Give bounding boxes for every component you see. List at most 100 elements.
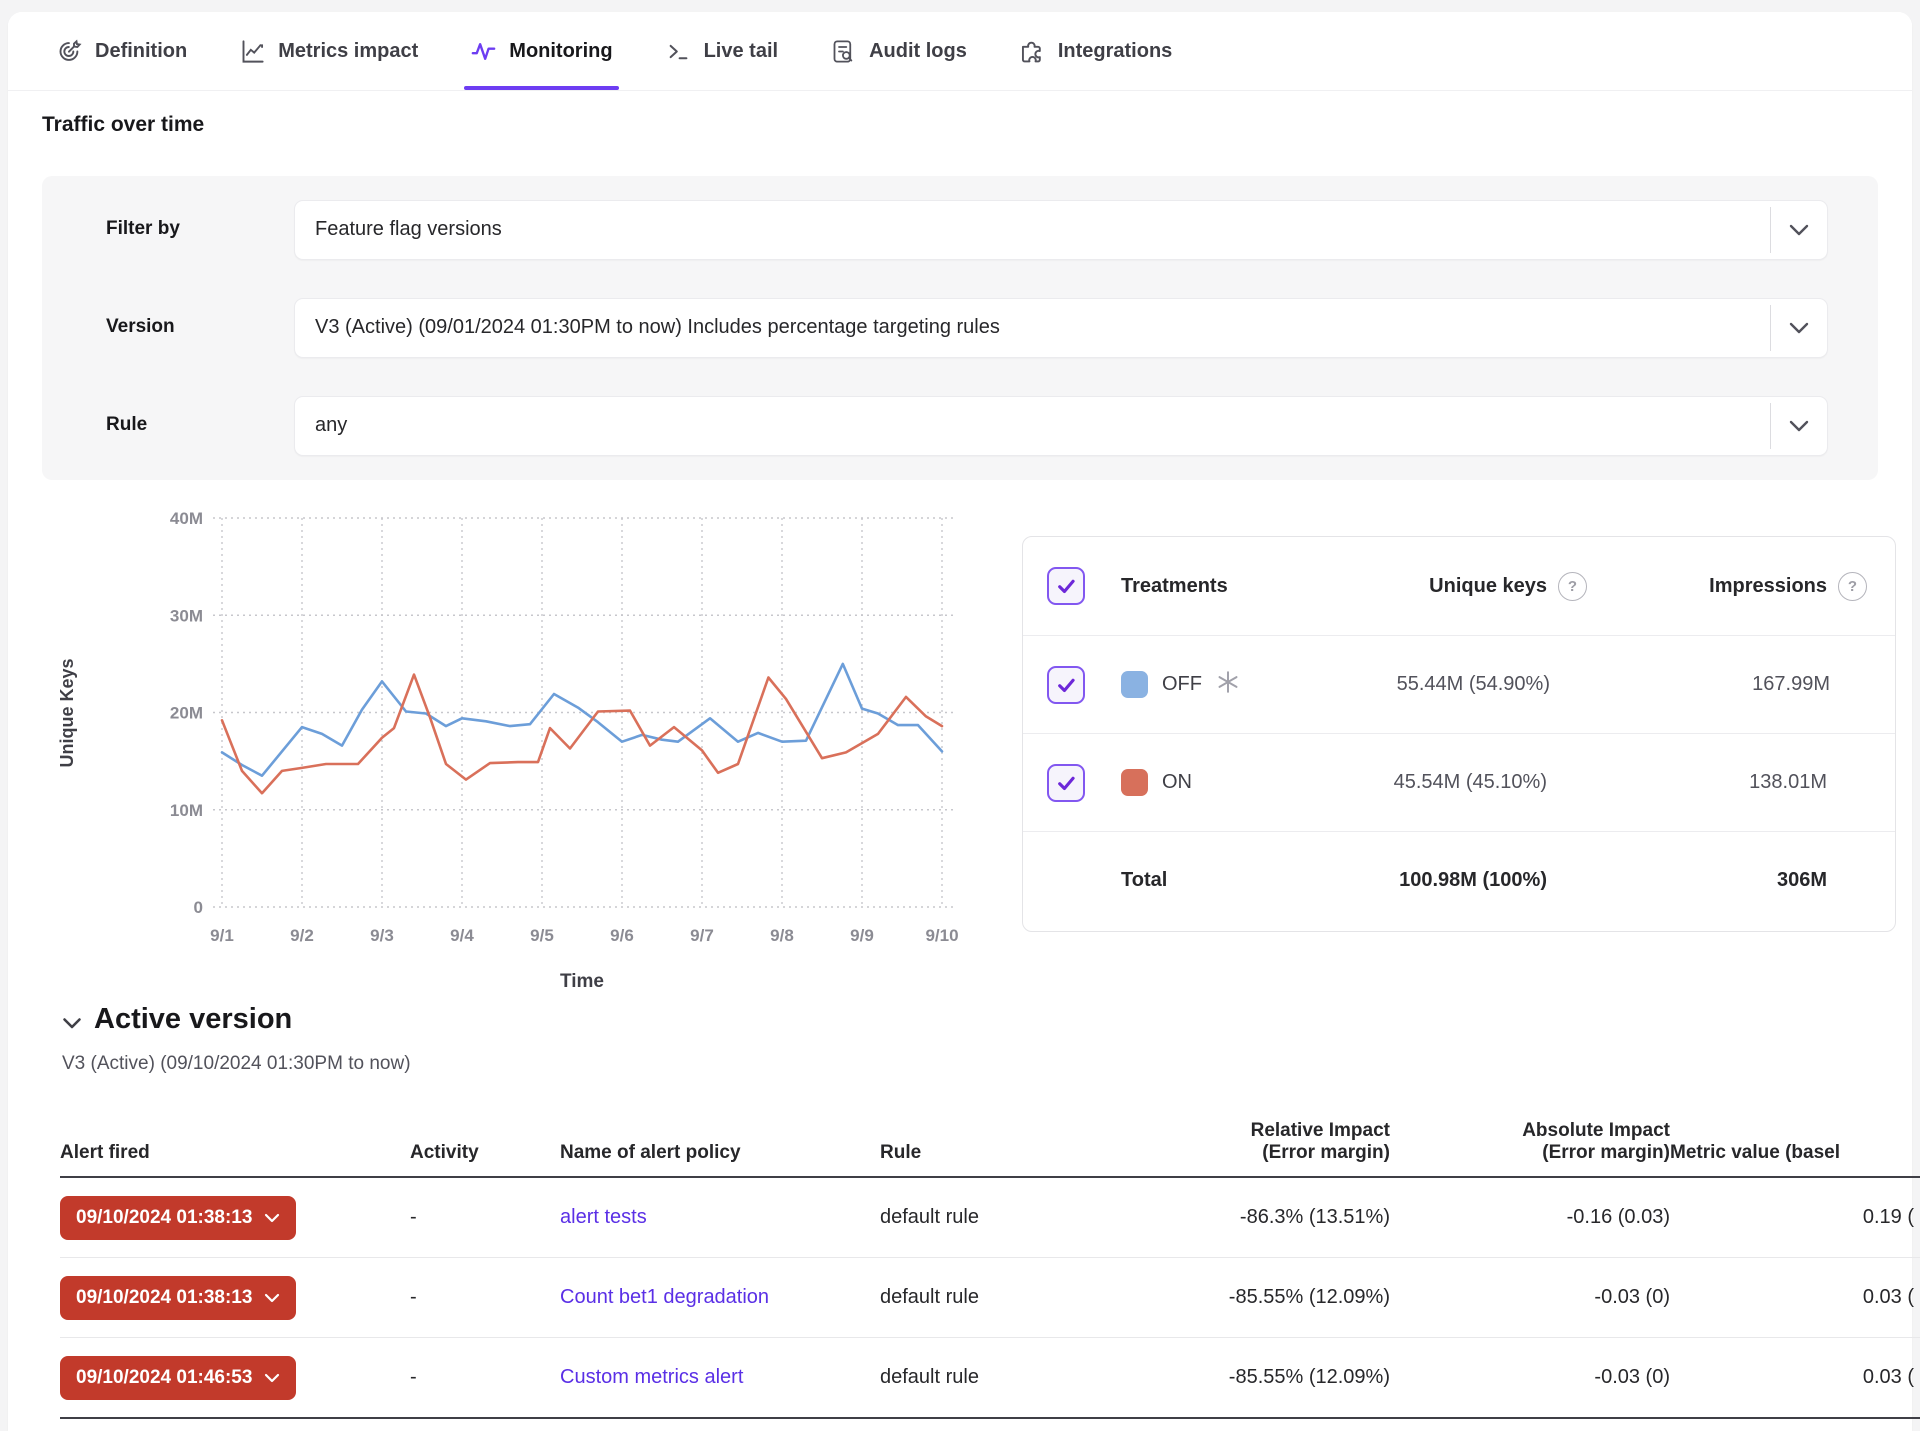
treatments-total-row: Total 100.98M (100%) 306M bbox=[1023, 831, 1895, 929]
svg-text:9/1: 9/1 bbox=[210, 926, 234, 945]
filter-by-label: Filter by bbox=[106, 200, 180, 258]
alert-fired-badge[interactable]: 09/10/2024 01:46:53 bbox=[60, 1356, 296, 1400]
tab-live-tail[interactable]: Live tail bbox=[665, 12, 778, 90]
col-policy: Name of alert policy bbox=[560, 1142, 880, 1164]
col-relative-impact: Relative Impact (Error margin) bbox=[1090, 1120, 1390, 1164]
version-select[interactable]: V3 (Active) (09/01/2024 01:30PM to now) … bbox=[294, 298, 1828, 358]
filter-by-select[interactable]: Feature flag versions bbox=[294, 200, 1828, 260]
alerts-table: Alert fired Activity Name of alert polic… bbox=[60, 1100, 1920, 1419]
alert-metric-value: 0.03 ( bbox=[1670, 1366, 1920, 1389]
collapse-chevron-icon[interactable] bbox=[62, 1017, 82, 1030]
alert-absolute-impact: -0.16 (0.03) bbox=[1390, 1206, 1670, 1229]
pulse-icon bbox=[470, 38, 497, 65]
chevron-down-icon[interactable] bbox=[1788, 223, 1810, 237]
traffic-chart: 010M20M30M40M9/19/29/39/49/59/69/79/89/9… bbox=[55, 505, 965, 1005]
target-icon bbox=[56, 38, 83, 65]
alert-policy-link[interactable]: Count bet1 degradation bbox=[560, 1286, 769, 1308]
col-rule: Rule bbox=[880, 1142, 1090, 1164]
chevron-down-icon[interactable] bbox=[1788, 321, 1810, 335]
svg-text:10M: 10M bbox=[170, 801, 203, 820]
alert-policy-link[interactable]: Custom metrics alert bbox=[560, 1366, 743, 1388]
impressions-help-icon[interactable]: ? bbox=[1838, 572, 1867, 601]
version-value: V3 (Active) (09/01/2024 01:30PM to now) … bbox=[315, 299, 1747, 355]
alert-relative-impact: -85.55% (12.09%) bbox=[1090, 1286, 1390, 1309]
on-impressions: 138.01M bbox=[1587, 771, 1827, 794]
tab-metrics-impact[interactable]: Metrics impact bbox=[239, 12, 418, 90]
tab-integrations-label: Integrations bbox=[1058, 40, 1172, 63]
tab-definition-label: Definition bbox=[95, 40, 187, 63]
off-label: OFF bbox=[1162, 673, 1202, 696]
tab-definition[interactable]: Definition bbox=[56, 12, 187, 90]
svg-text:Unique Keys: Unique Keys bbox=[57, 658, 77, 767]
off-checkbox[interactable] bbox=[1047, 666, 1085, 704]
audit-log-icon bbox=[830, 38, 857, 65]
rule-label: Rule bbox=[106, 396, 147, 454]
on-unique-keys: 45.54M (45.10%) bbox=[1237, 771, 1547, 794]
impressions-header: Impressions bbox=[1587, 575, 1827, 598]
off-impressions: 167.99M bbox=[1590, 673, 1830, 696]
col-alert-fired: Alert fired bbox=[60, 1142, 410, 1164]
chevron-down-icon bbox=[264, 1213, 280, 1223]
svg-text:9/2: 9/2 bbox=[290, 926, 314, 945]
svg-text:40M: 40M bbox=[170, 509, 203, 528]
alert-activity: - bbox=[410, 1366, 560, 1389]
chevron-down-icon bbox=[264, 1373, 280, 1383]
total-label: Total bbox=[1121, 869, 1167, 892]
off-color-swatch bbox=[1121, 671, 1148, 698]
alert-absolute-impact: -0.03 (0) bbox=[1390, 1286, 1670, 1309]
alert-relative-impact: -85.55% (12.09%) bbox=[1090, 1366, 1390, 1389]
alert-row-3: 09/10/2024 01:46:53 - Custom metrics ale… bbox=[60, 1338, 1920, 1419]
treatments-select-all-checkbox[interactable] bbox=[1047, 567, 1085, 605]
alert-row-2: 09/10/2024 01:38:13 - Count bet1 degrada… bbox=[60, 1258, 1920, 1338]
tab-monitoring[interactable]: Monitoring bbox=[470, 12, 612, 90]
off-unique-keys: 55.44M (54.90%) bbox=[1240, 673, 1550, 696]
svg-text:0: 0 bbox=[194, 898, 203, 917]
tab-live-tail-label: Live tail bbox=[704, 40, 778, 63]
on-color-swatch bbox=[1121, 769, 1148, 796]
puzzle-icon bbox=[1019, 38, 1046, 65]
alert-rule: default rule bbox=[880, 1286, 1090, 1309]
filter-by-value: Feature flag versions bbox=[315, 201, 1747, 257]
alert-metric-value: 0.03 ( bbox=[1670, 1286, 1920, 1309]
rule-select[interactable]: any bbox=[294, 396, 1828, 456]
on-label: ON bbox=[1162, 771, 1192, 794]
terminal-icon bbox=[665, 38, 692, 65]
alert-fired-badge[interactable]: 09/10/2024 01:38:13 bbox=[60, 1276, 296, 1320]
svg-text:9/9: 9/9 bbox=[850, 926, 874, 945]
active-version-title[interactable]: Active version bbox=[94, 1003, 292, 1036]
rule-value: any bbox=[315, 397, 1747, 453]
total-unique-keys: 100.98M (100%) bbox=[1237, 869, 1547, 892]
version-label: Version bbox=[106, 298, 175, 356]
alert-activity: - bbox=[410, 1286, 560, 1309]
alert-fired-badge[interactable]: 09/10/2024 01:38:13 bbox=[60, 1196, 296, 1240]
svg-text:9/7: 9/7 bbox=[690, 926, 714, 945]
alert-metric-value: 0.19 ( bbox=[1670, 1206, 1920, 1229]
alert-row-1: 09/10/2024 01:38:13 - alert tests defaul… bbox=[60, 1178, 1920, 1258]
tab-audit-logs[interactable]: Audit logs bbox=[830, 12, 967, 90]
col-absolute-impact: Absolute Impact (Error margin) bbox=[1390, 1120, 1670, 1164]
default-treatment-icon bbox=[1216, 670, 1240, 700]
treatment-row-on: ON 45.54M (45.10%) 138.01M bbox=[1023, 733, 1895, 831]
alert-absolute-impact: -0.03 (0) bbox=[1390, 1366, 1670, 1389]
unique-keys-help-icon[interactable]: ? bbox=[1558, 572, 1587, 601]
tab-bar: Definition Metrics impact Monitoring Liv… bbox=[8, 12, 1912, 91]
svg-text:9/5: 9/5 bbox=[530, 926, 554, 945]
tab-monitoring-label: Monitoring bbox=[509, 40, 612, 63]
alert-rule: default rule bbox=[880, 1366, 1090, 1389]
alert-rule: default rule bbox=[880, 1206, 1090, 1229]
tab-metrics-impact-label: Metrics impact bbox=[278, 40, 418, 63]
total-impressions: 306M bbox=[1587, 869, 1827, 892]
tab-audit-logs-label: Audit logs bbox=[869, 40, 967, 63]
on-checkbox[interactable] bbox=[1047, 764, 1085, 802]
alert-policy-link[interactable]: alert tests bbox=[560, 1206, 647, 1228]
chevron-down-icon[interactable] bbox=[1788, 419, 1810, 433]
svg-text:20M: 20M bbox=[170, 704, 203, 723]
treatments-header-row: Treatments Unique keys ? Impressions ? bbox=[1023, 537, 1895, 635]
tab-integrations[interactable]: Integrations bbox=[1019, 12, 1172, 90]
alert-activity: - bbox=[410, 1206, 560, 1229]
svg-text:9/10: 9/10 bbox=[925, 926, 958, 945]
svg-text:30M: 30M bbox=[170, 606, 203, 625]
alerts-table-header: Alert fired Activity Name of alert polic… bbox=[60, 1100, 1920, 1178]
unique-keys-header: Unique keys bbox=[1237, 575, 1547, 598]
page-title: Traffic over time bbox=[42, 113, 204, 137]
